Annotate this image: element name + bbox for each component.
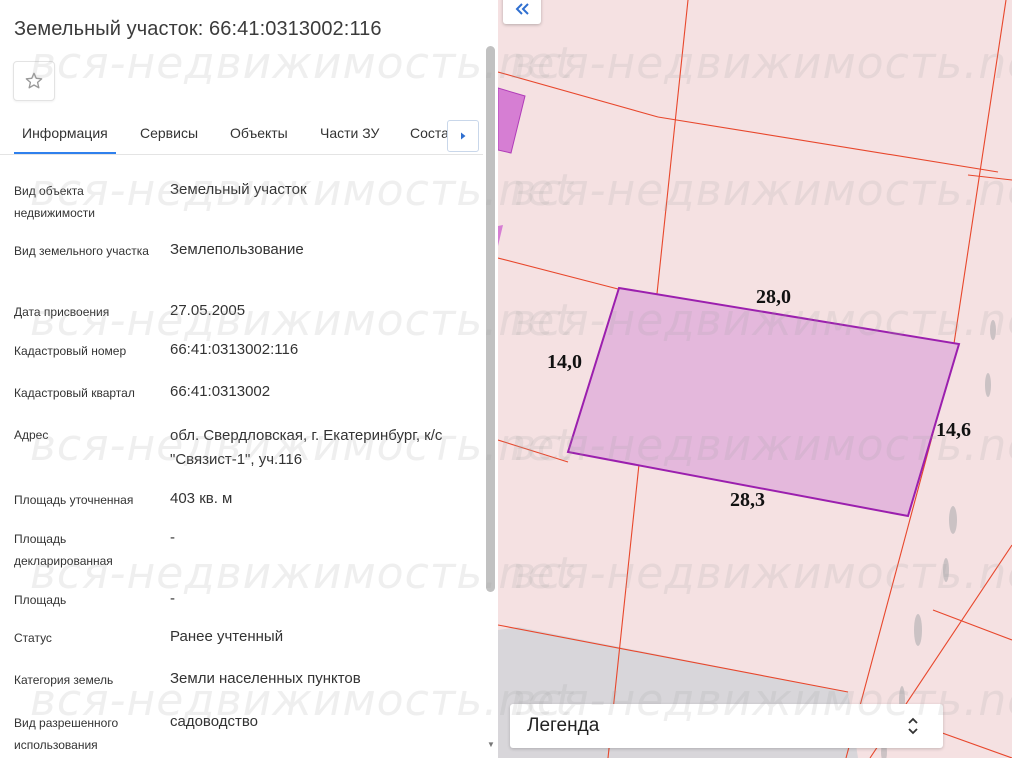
field-value: 27.05.2005	[170, 302, 246, 319]
field-value: 66:41:0313002:116	[170, 341, 299, 358]
field-label: Дата присвоения	[14, 305, 110, 319]
field-label: Вид земельного участка	[14, 244, 149, 258]
field-value: Ранее учтенный	[170, 628, 284, 645]
legend-title: Легенда	[527, 715, 600, 736]
field-value: 403 кв. м	[170, 490, 233, 507]
field-value: садоводство	[170, 713, 259, 730]
page-title: Земельный участок: 66:41:0313002:116	[14, 18, 382, 40]
scroll-down-arrow-icon[interactable]: ▼	[486, 740, 496, 750]
field-value: Земельный участок	[170, 181, 307, 198]
cadastral-map[interactable]	[498, 0, 1012, 758]
tab-composition[interactable]: Соста	[410, 125, 449, 141]
double-chevron-left-icon	[515, 3, 529, 15]
field-label: Статус	[14, 631, 52, 645]
favorite-button[interactable]	[13, 61, 55, 101]
tab-scroll-right-button[interactable]	[447, 120, 479, 152]
tab-bar: Информация Сервисы Объекты Части ЗУ Сост…	[0, 113, 483, 155]
tab-parcel-parts[interactable]: Части ЗУ	[320, 125, 379, 141]
field-value: -	[170, 529, 175, 546]
tab-information[interactable]: Информация	[14, 125, 116, 154]
field-label: Площадь уточненная	[14, 493, 134, 507]
field-label: Площадь декларированная	[14, 532, 113, 568]
sort-arrows-icon	[908, 717, 918, 735]
map-canvas[interactable]	[498, 0, 1012, 758]
field-value: 66:41:0313002	[170, 383, 271, 400]
field-label: Вид разрешенного использования	[14, 716, 119, 752]
scrollbar-thumb[interactable]	[486, 46, 495, 592]
legend-dropdown[interactable]: Легенда	[510, 704, 943, 748]
dimension-label-left: 14,0	[547, 351, 582, 373]
dimension-label-right: 14,6	[936, 419, 971, 441]
field-value: обл. Свердловская, г. Екатеринбург, к/с …	[170, 427, 443, 468]
field-label: Кадастровый номер	[14, 344, 127, 358]
dimension-label-bottom: 28,3	[730, 489, 765, 511]
info-panel: Земельный участок: 66:41:0313002:116 Инф…	[0, 0, 498, 758]
field-value: Земли населенных пунктов	[170, 670, 361, 687]
star-outline-icon	[25, 72, 43, 89]
panel-scrollbar[interactable]: ▼	[484, 0, 498, 758]
field-label: Вид объекта недвижимости	[14, 184, 95, 220]
tab-services[interactable]: Сервисы	[140, 125, 198, 141]
field-value: Землепользование	[170, 241, 304, 258]
field-value: -	[170, 590, 175, 607]
field-label: Площадь	[14, 593, 67, 607]
tab-objects[interactable]: Объекты	[230, 125, 288, 141]
dimension-label-top: 28,0	[756, 286, 791, 308]
field-label: Кадастровый квартал	[14, 386, 135, 400]
field-label: Адрес	[14, 428, 49, 442]
field-label: Категория земель	[14, 673, 114, 687]
collapse-panel-button[interactable]	[503, 0, 541, 24]
caret-right-icon	[461, 132, 466, 140]
